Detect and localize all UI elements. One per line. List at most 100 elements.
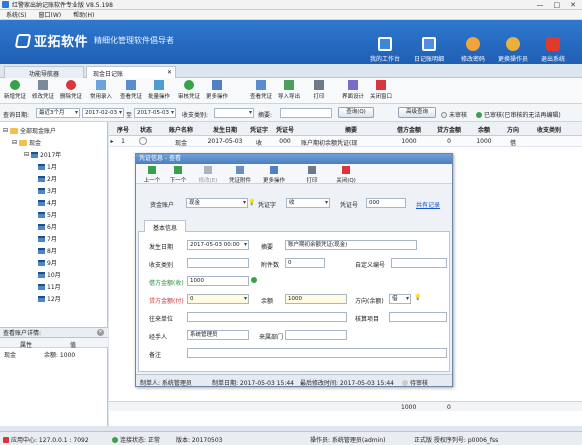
footer-debit-total: 1000 — [401, 404, 417, 411]
account-detail-title: 查看账户详情: — [3, 330, 42, 337]
more-ops-button[interactable]: 更多操作 — [204, 80, 230, 100]
audit-voucher-button[interactable]: 审核凭证 — [176, 80, 202, 100]
close-window-tool-button[interactable]: 关闭窗口 — [368, 80, 394, 100]
tree-month[interactable]: 2月 — [38, 174, 57, 183]
date-range-select[interactable]: 最近3个月 — [36, 108, 80, 118]
tab-navigator[interactable]: 功能导航器 — [4, 66, 84, 78]
date-to-field[interactable]: 2017-05-03 — [134, 108, 176, 118]
tab-basic-info[interactable]: 基本信息 — [144, 220, 187, 232]
layout-design-button[interactable]: 界面设计 — [340, 80, 366, 100]
calendar-icon — [31, 151, 39, 158]
tree-month[interactable]: 11月 — [38, 282, 61, 291]
attachments-stepper[interactable]: 0 — [285, 258, 325, 268]
maximize-button[interactable]: □ — [554, 1, 561, 9]
exit-system-button[interactable]: 退出系统 — [530, 37, 576, 63]
tree-month[interactable]: 3月 — [38, 186, 57, 195]
menu-help[interactable]: 帮助(H) — [73, 10, 94, 19]
prev-button[interactable]: 上一个 — [140, 166, 164, 184]
unaudited-toggle[interactable]: 未审核 — [441, 110, 467, 119]
query-button[interactable]: 查询(Q) — [338, 107, 374, 118]
delete-voucher-button[interactable]: 删除凭证 — [58, 80, 84, 100]
voucher-no-field[interactable]: 000 — [366, 198, 406, 208]
tree-year[interactable]: ⊟ 2017年 — [24, 150, 61, 159]
tree-account[interactable]: ⊟ 现金 — [12, 138, 41, 147]
audited-toggle[interactable]: 已审核(已审核的无法再编辑) — [476, 110, 561, 119]
tree-month-label: 5月 — [47, 212, 57, 219]
modify-button[interactable]: 修改(E) — [196, 166, 220, 184]
account-select[interactable]: 现金 — [186, 198, 248, 208]
close-icon[interactable]: ✕ — [97, 329, 104, 336]
common-entry-button[interactable]: 常用录入 — [88, 80, 114, 100]
account-label: 资金账户 — [150, 202, 175, 209]
debit-field[interactable]: 1000 — [187, 276, 249, 286]
date-field[interactable]: 2017-05-03 00:00 — [187, 240, 249, 250]
status-operator: 操作员: 系统管理员(admin) — [310, 437, 386, 444]
handler-label: 经手人 — [149, 334, 168, 341]
edit-voucher-button[interactable]: 修改凭证 — [30, 80, 56, 100]
tree-month[interactable]: 10月 — [38, 270, 61, 279]
menu-system[interactable]: 系统(S) — [6, 10, 27, 19]
voucher-type-select[interactable]: 收 — [286, 198, 330, 208]
connection-ok-icon — [112, 436, 118, 443]
dialog-title: 凭证信息 - 查看 — [136, 154, 452, 164]
tree-month[interactable]: 5月 — [38, 210, 57, 219]
tree-month[interactable]: 1月 — [38, 162, 57, 171]
direction-label: 方向(余额) — [355, 298, 384, 305]
tree-month[interactable]: 4月 — [38, 198, 57, 207]
view-voucher-button[interactable]: 查看凭证 — [118, 80, 144, 100]
category-select[interactable] — [214, 108, 254, 118]
view-voucher2-button[interactable]: 查看凭证 — [248, 80, 274, 100]
direction-select[interactable]: 借 — [389, 294, 411, 304]
dialog-more-button[interactable]: 更多操作 — [262, 166, 286, 184]
tree-month[interactable]: 6月 — [38, 222, 57, 231]
arrow-left-icon — [148, 166, 156, 174]
custom-no-field[interactable] — [391, 258, 447, 268]
dialog-close-button[interactable]: 关闭(Q) — [334, 166, 358, 184]
tab-close-icon[interactable]: ✕ — [167, 69, 172, 76]
summary-field[interactable]: 账户期初余额凭证(现金) — [285, 240, 417, 250]
date-label: 发生日期 — [149, 244, 174, 251]
close-window-button[interactable]: ✕ — [570, 1, 576, 9]
menu-window[interactable]: 窗口(W) — [39, 10, 62, 19]
department-field[interactable] — [285, 330, 347, 340]
tree-month[interactable]: 8月 — [38, 246, 57, 255]
new-voucher-button[interactable]: 新增凭证 — [2, 80, 28, 100]
advanced-query-button[interactable]: 高级查询 — [398, 107, 436, 118]
handler-field[interactable]: 系统管理员 — [187, 330, 249, 340]
batch-op-button[interactable]: 批量操作 — [146, 80, 172, 100]
account-detail-colheader: 属性 值 — [0, 338, 108, 349]
summary-filter-input[interactable] — [280, 108, 332, 118]
col-summary: 摘要 — [344, 127, 357, 134]
accounting-item-label: 核算项目 — [355, 316, 380, 323]
next-button[interactable]: 下一个 — [166, 166, 190, 184]
tree-month[interactable]: 12月 — [38, 294, 61, 303]
close-window-tool-label: 关闭窗口 — [369, 94, 392, 100]
tab-cash-journal-label: 现金日记账 — [93, 71, 124, 78]
tree-month[interactable]: 9月 — [38, 258, 57, 267]
minimize-button[interactable]: — — [537, 1, 544, 9]
category-field[interactable] — [187, 258, 249, 268]
tab-cash-journal[interactable]: 现金日记账 ✕ — [86, 66, 176, 78]
attachment-button[interactable]: 凭证附件 — [228, 166, 252, 184]
note-field[interactable] — [187, 348, 447, 358]
date-from-field[interactable]: 2017-02-03 — [82, 108, 124, 118]
arrow-right-icon — [174, 166, 182, 174]
tree-root[interactable]: ⊟ 全部现金账户 — [3, 126, 56, 135]
shared-records-link[interactable]: 共有记录 — [416, 200, 440, 209]
accounting-item-field[interactable] — [389, 312, 447, 322]
audited-label: 已审核(已审核的无法再编辑) — [484, 112, 561, 119]
print-button[interactable]: 打印 — [306, 80, 332, 100]
tree-month[interactable]: 7月 — [38, 234, 57, 243]
cell-date: 2017-05-03 — [207, 138, 243, 145]
partner-field[interactable] — [187, 312, 347, 322]
category-label: 收支类别: — [182, 112, 209, 119]
layout-icon — [348, 80, 358, 90]
import-export-button[interactable]: 导入导出 — [276, 80, 302, 100]
dialog-print-button[interactable]: 打印 — [300, 166, 324, 184]
journal-detail-button[interactable]: 日记账明细 — [406, 37, 452, 63]
printer-icon — [308, 166, 316, 174]
credit-field[interactable]: 0 — [187, 294, 249, 304]
folder-icon — [10, 127, 19, 134]
workbench-button[interactable]: 我的工作台 — [362, 37, 408, 63]
calendar-icon — [38, 259, 45, 266]
